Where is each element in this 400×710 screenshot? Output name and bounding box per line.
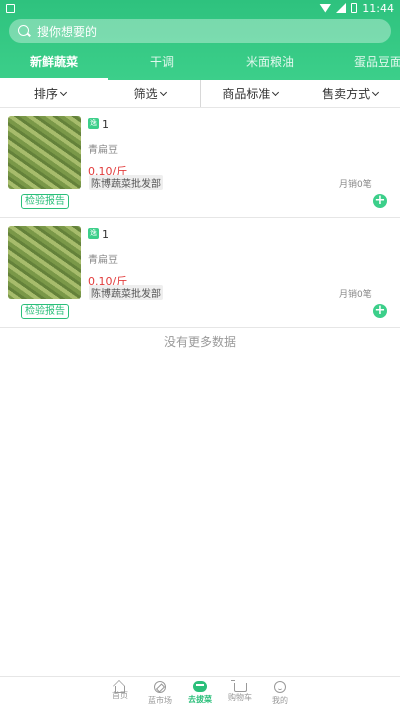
inspection-report-button[interactable]: 检验报告 (21, 304, 69, 319)
notification-icon (6, 3, 15, 13)
header: 11:44 搜你想要的 新鲜蔬菜 干调 米面粮油 蛋品豆面 (0, 0, 400, 80)
search-bar[interactable]: 搜你想要的 (9, 19, 391, 43)
filter-sort[interactable]: 排序 (0, 80, 100, 107)
filter-screen-label: 筛选 (133, 87, 158, 101)
product-badge: 逸 (88, 118, 99, 129)
filter-sort-label: 排序 (33, 87, 58, 101)
filter-sale-method-label: 售卖方式 (322, 87, 371, 101)
basket-icon (193, 681, 207, 692)
nav-market-label: 蓝市场 (148, 696, 172, 705)
chevron-down-icon (59, 88, 67, 97)
product-number: 1 (102, 118, 109, 131)
category-tabs: 新鲜蔬菜 干调 米面粮油 蛋品豆面 (0, 48, 400, 80)
wifi-icon (319, 3, 332, 13)
compass-icon (154, 681, 166, 693)
plus-circle-icon[interactable]: + (373, 304, 387, 318)
no-more-data: 没有更多数据 (163, 335, 236, 349)
seller-name[interactable]: 陈博蔬菜批发部 (89, 175, 163, 190)
monthly-sales: 月销0笔 (339, 180, 372, 190)
nav-market[interactable]: 蓝市场 (140, 681, 180, 706)
nav-home[interactable]: 首页 (100, 681, 140, 701)
plus-circle-icon[interactable]: + (373, 194, 387, 208)
seller-name[interactable]: 陈博蔬菜批发部 (89, 285, 163, 300)
filter-screen[interactable]: 筛选 (100, 80, 200, 107)
product-card[interactable]: 逸 1 青扁豆 0.10/斤 陈博蔬菜批发部 月销0笔 检验报告 + (0, 108, 400, 218)
tab-dried-seasonings[interactable]: 干调 (108, 48, 216, 78)
status-time: 11:44 (362, 1, 394, 15)
nav-pick-label: 去拔菜 (188, 695, 212, 704)
inspection-report-button[interactable]: 检验报告 (21, 194, 69, 209)
home-icon (115, 686, 125, 693)
filter-standard[interactable]: 商品标准 (199, 80, 301, 107)
chevron-down-icon (159, 88, 167, 97)
status-bar: 11:44 (0, 0, 400, 16)
product-name: 青扁豆 (88, 145, 118, 156)
product-image[interactable] (8, 226, 81, 299)
nav-profile-label: 我的 (272, 696, 288, 705)
signal-icon (336, 3, 347, 13)
product-list: 逸 1 青扁豆 0.10/斤 陈博蔬菜批发部 月销0笔 检验报告 + 逸 1 青… (0, 108, 400, 328)
search-placeholder: 搜你想要的 (37, 24, 98, 39)
nav-pick-vegetables[interactable]: 去拔菜 (180, 681, 220, 705)
filter-standard-label: 商品标准 (222, 87, 271, 101)
nav-cart-label: 购物车 (228, 693, 252, 702)
tab-rice-flour-oil[interactable]: 米面粮油 (216, 48, 324, 78)
bottom-nav: 首页 蓝市场 去拔菜 购物车 我的 (0, 676, 400, 710)
battery-icon (351, 3, 358, 13)
profile-icon (274, 681, 286, 693)
chevron-down-icon (272, 88, 280, 97)
search-icon (18, 24, 31, 38)
nav-cart[interactable]: 购物车 (220, 680, 260, 703)
tab-fresh-vegetables[interactable]: 新鲜蔬菜 (0, 48, 108, 80)
product-card[interactable]: 逸 1 青扁豆 0.10/斤 陈博蔬菜批发部 月销0笔 检验报告 + (0, 218, 400, 328)
filter-bar: 排序 筛选 商品标准 售卖方式 (0, 80, 400, 108)
nav-profile[interactable]: 我的 (260, 681, 300, 706)
product-name: 青扁豆 (88, 255, 118, 266)
chevron-down-icon (372, 88, 380, 97)
filter-sale-method[interactable]: 售卖方式 (300, 80, 400, 107)
product-image[interactable] (8, 116, 81, 189)
tab-eggs-tofu[interactable]: 蛋品豆面 (324, 48, 400, 78)
product-number: 1 (102, 228, 109, 241)
product-badge: 逸 (88, 228, 99, 239)
monthly-sales: 月销0笔 (339, 290, 372, 300)
cart-icon (230, 680, 247, 692)
